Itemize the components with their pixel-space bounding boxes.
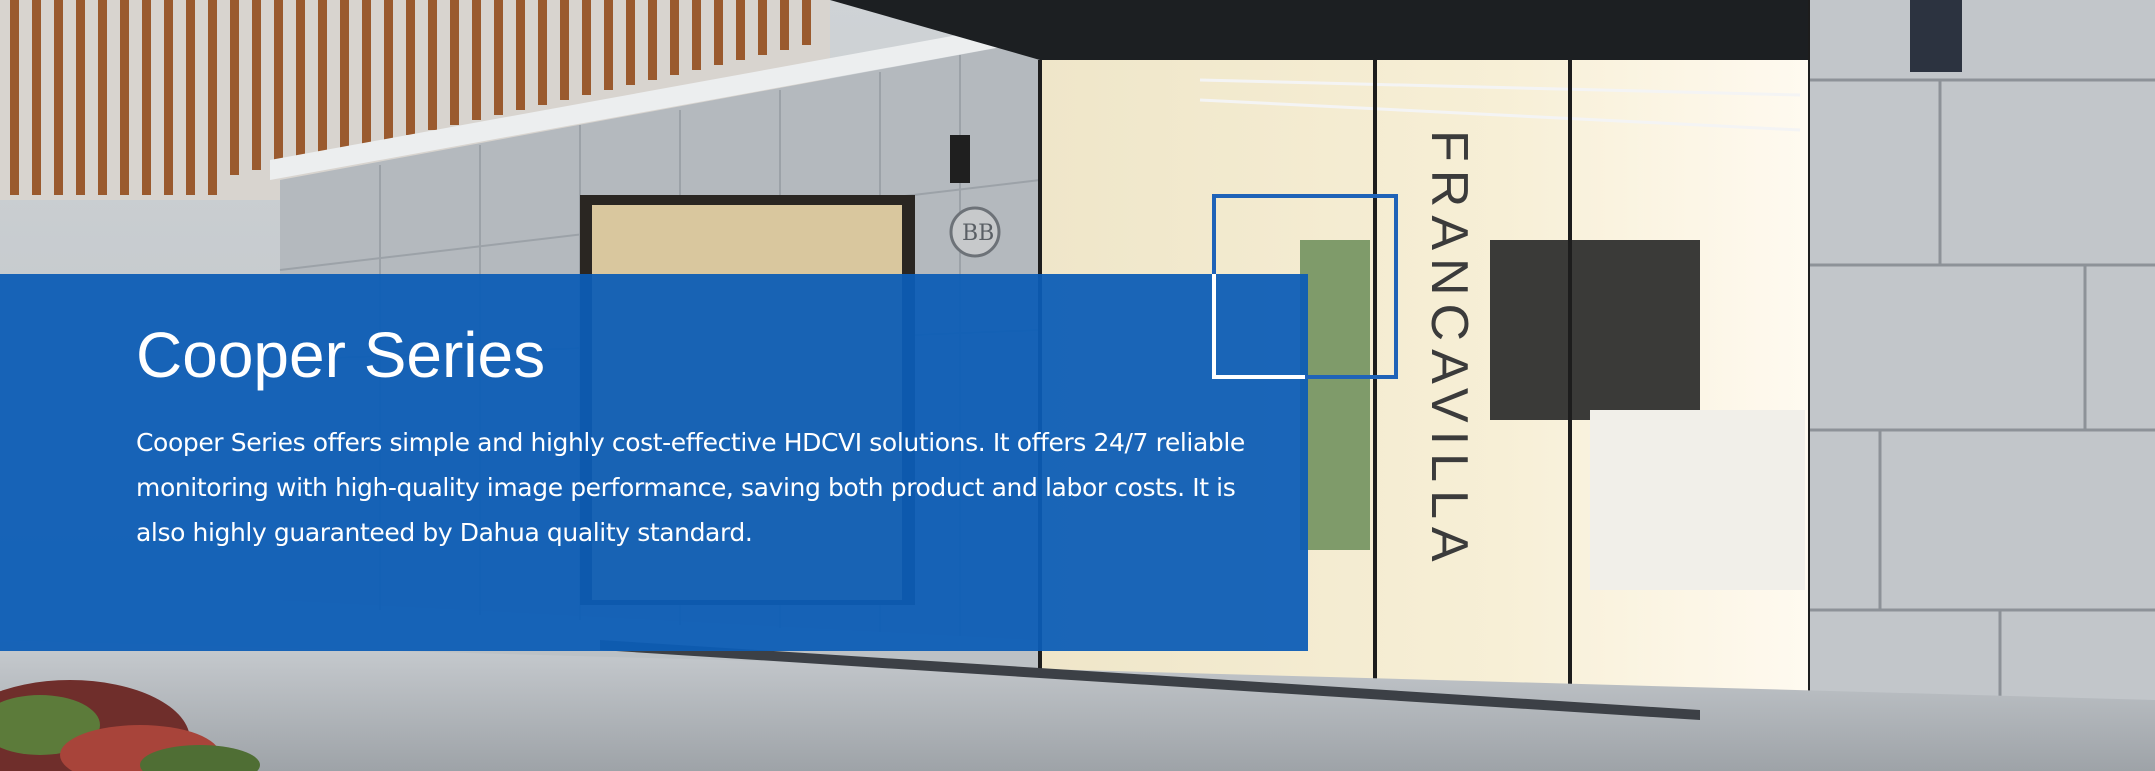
hero-banner: BB FRANCAVILLA Cooper Series Cooper Seri… [0,0,2155,771]
banner-description: Cooper Series offers simple and highly c… [136,428,1245,547]
svg-text:BB: BB [962,221,994,246]
decorative-frame-corner [1212,274,1305,379]
svg-text:FRANCAVILLA: FRANCAVILLA [1420,130,1478,570]
banner-title: Cooper Series [136,319,546,391]
